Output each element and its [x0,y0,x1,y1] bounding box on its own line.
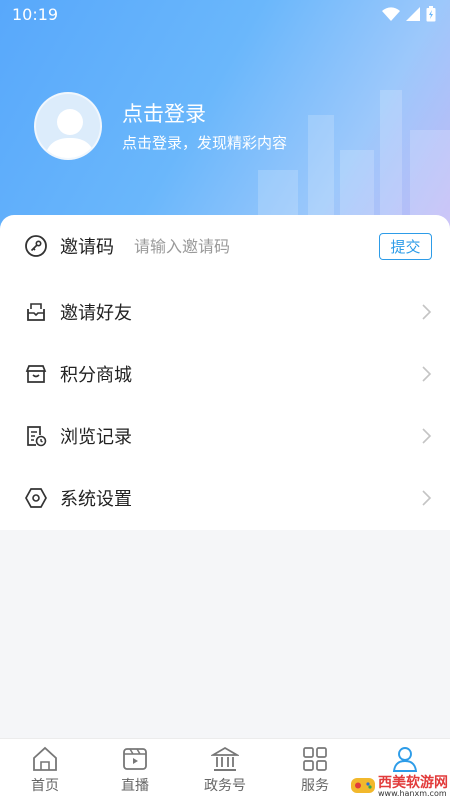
tab-label: 政务号 [204,778,246,794]
grid-icon [303,747,327,771]
chevron-right-icon [422,304,432,320]
store-icon [25,365,47,383]
tab-label: 服务 [301,778,329,794]
watermark-logo: 西美软游网 www.hanxm.com [350,770,450,800]
profile-icon [392,747,418,772]
submit-button[interactable]: 提交 [379,232,432,260]
login-title[interactable]: 点击登录 [122,98,206,128]
chevron-right-icon [422,366,432,382]
menu-item-label: 积分商城 [60,365,132,386]
invite-code-row: 邀请码 提交 [0,215,450,277]
home-icon [33,746,57,771]
menu-card: 邀请码 提交 邀请好友 积分商城 浏览记录 [0,215,450,530]
user-avatar-icon [44,109,96,158]
history-icon [27,426,47,447]
signal-icon [406,7,420,21]
menu-item-label: 系统设置 [60,489,132,510]
status-time: 10:19 [12,5,59,24]
invite-code-label: 邀请码 [60,237,114,258]
menu-item-label: 邀请好友 [60,303,132,324]
settings-icon [25,488,47,508]
chevron-right-icon [422,428,432,444]
key-icon [25,235,47,257]
battery-icon [426,6,436,22]
government-icon [211,747,239,771]
status-bar: 10:19 [0,0,450,32]
mail-icon [27,303,45,321]
chevron-right-icon [422,490,432,506]
tab-home[interactable]: 首页 [0,739,90,800]
tab-government[interactable]: 政务号 [180,739,270,800]
tab-label: 直播 [121,778,149,794]
invite-code-input[interactable] [134,231,364,261]
tab-services[interactable]: 服务 [270,739,360,800]
menu-item-browse-history[interactable]: 浏览记录 [0,405,450,467]
tab-live[interactable]: 直播 [90,739,180,800]
menu-item-system-settings[interactable]: 系统设置 [0,467,450,529]
menu-item-label: 浏览记录 [60,427,132,448]
live-video-icon [123,748,147,770]
watermark-url: www.hanxm.com [378,789,447,798]
menu-item-invite-friends[interactable]: 邀请好友 [0,281,450,343]
login-subtitle: 点击登录，发现精彩内容 [122,134,288,152]
profile-header: 10:19 点击登录 点击登录，发现精彩内容 [0,0,450,240]
wifi-icon [382,7,400,21]
tab-label: 首页 [31,778,59,794]
avatar[interactable] [34,92,102,160]
gamepad-logo-icon [351,778,375,793]
menu-item-points-mall[interactable]: 积分商城 [0,343,450,405]
